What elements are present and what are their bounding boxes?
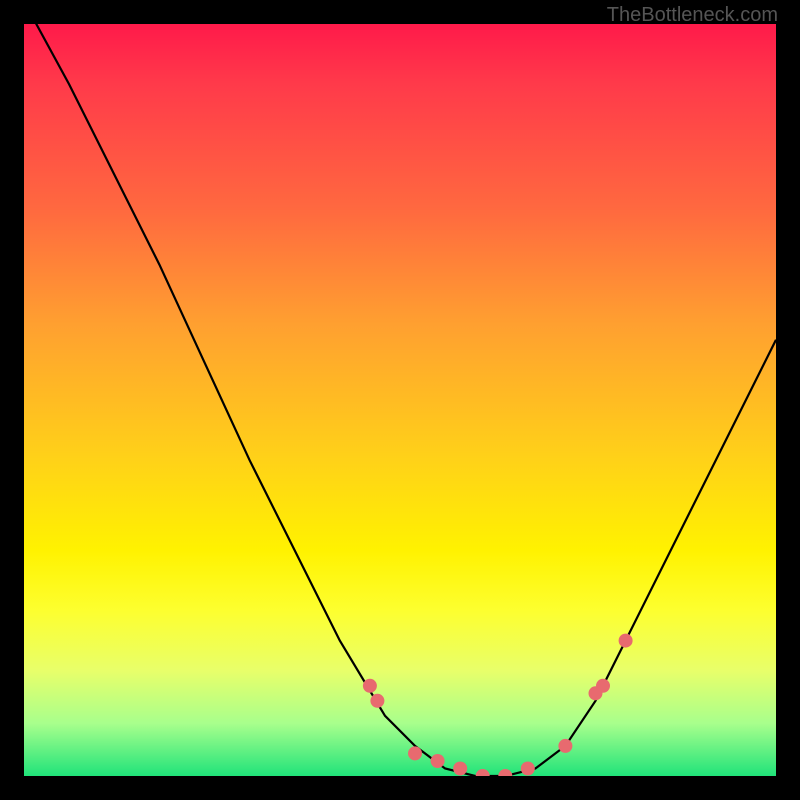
bottleneck-curve xyxy=(24,24,776,776)
curve-marker xyxy=(476,769,490,776)
chart-svg xyxy=(24,24,776,776)
curve-marker xyxy=(453,762,467,776)
watermark: TheBottleneck.com xyxy=(607,4,778,27)
curve-marker xyxy=(498,769,512,776)
curve-marker xyxy=(558,739,572,753)
curve-marker xyxy=(363,679,377,693)
curve-marker xyxy=(370,694,384,708)
curve-marker xyxy=(619,634,633,648)
curve-marker xyxy=(431,754,445,768)
plot-area xyxy=(24,24,776,776)
curve-marker xyxy=(521,762,535,776)
curve-marker xyxy=(596,679,610,693)
curve-marker xyxy=(408,746,422,760)
